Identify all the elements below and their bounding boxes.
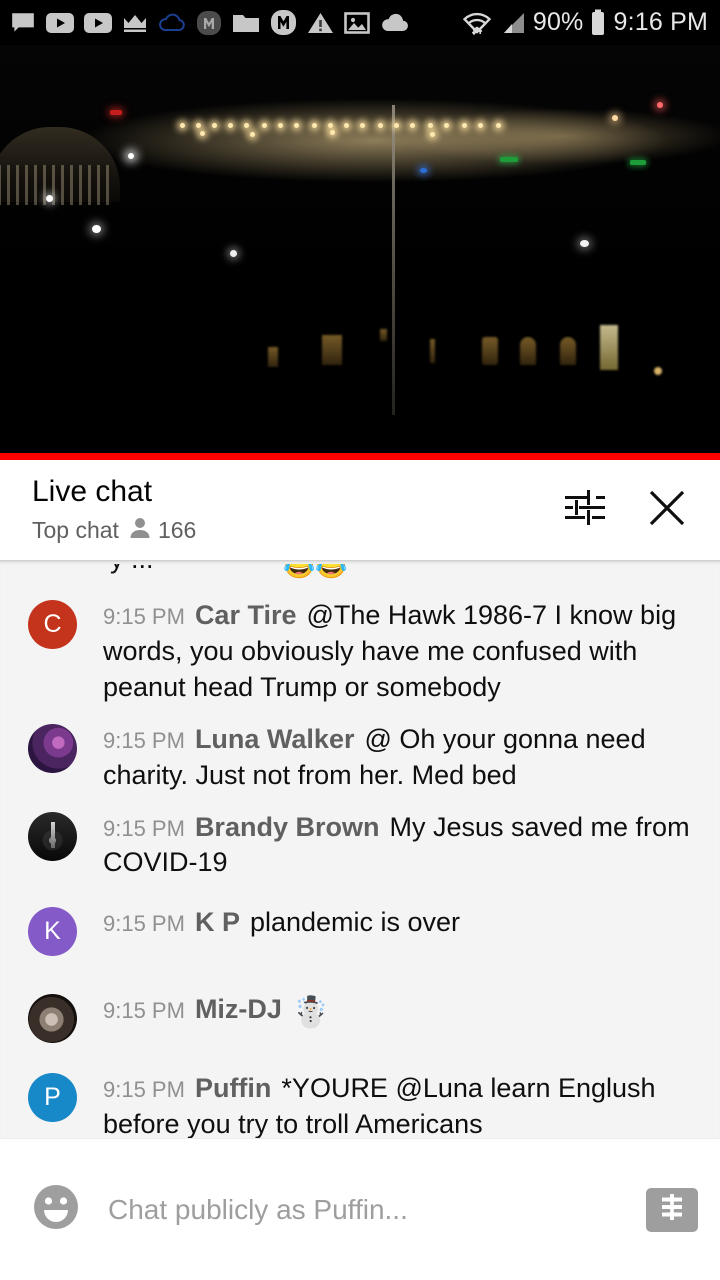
viewer-count-group: 166 [129, 516, 196, 545]
light-dot [580, 240, 589, 247]
message-timestamp: 9:15 PM [103, 815, 185, 841]
photo-icon [344, 11, 370, 35]
light-dot [612, 115, 618, 121]
message-timestamp: 9:15 PM [103, 911, 185, 937]
message-author[interactable]: Miz-DJ [195, 994, 282, 1024]
tune-sliders-icon [563, 488, 607, 533]
video-player[interactable] [0, 45, 720, 460]
cloud-icon [380, 13, 410, 33]
chat-message-body: 9:15 PM K P plandemic is over [103, 903, 460, 941]
message-author[interactable]: Puffin [195, 1073, 271, 1103]
status-bar: 90% 9:16 PM [0, 0, 720, 45]
avatar-letter: K [44, 917, 61, 946]
message-timestamp: 9:15 PM [103, 604, 185, 629]
video-frame-night-cityscape [0, 45, 720, 460]
foreground-buildings [0, 325, 720, 385]
status-bar-left-icons [10, 9, 462, 36]
message-text: ☃️ [291, 996, 330, 1030]
warning-triangle-icon [307, 11, 334, 35]
light-dot [630, 160, 646, 165]
youtube-icon [46, 12, 74, 34]
light-dot [110, 110, 122, 115]
close-chat-button[interactable] [644, 487, 690, 533]
message-icon [10, 10, 36, 36]
status-bar-clock: 9:16 PM [613, 8, 708, 36]
onedrive-cloud-icon [158, 13, 186, 33]
chat-message[interactable]: 9:15 PM Miz-DJ ☃️ [0, 956, 720, 1044]
live-chat-header: Live chat Top chat 166 [0, 460, 720, 560]
light-dot [500, 157, 518, 162]
youtube-live-chat-screen: 90% 9:16 PM Live chat Top chat 166 😂😂 C … [0, 0, 720, 1280]
avatar-letter: C [43, 610, 62, 638]
crown-icon [122, 12, 148, 34]
super-chat-button[interactable] [646, 1187, 698, 1232]
dollar-bill-icon [655, 1192, 689, 1227]
message-timestamp: 9:15 PM [103, 727, 185, 753]
light-dot [657, 102, 663, 108]
live-chat-actions [562, 487, 700, 533]
chat-message[interactable]: P 9:15 PM Puffin *YOURE @Luna learn Englus… [0, 1043, 720, 1138]
page-title: Live chat [32, 475, 153, 509]
message-text: My Jesus saved me from COVID-19 [103, 811, 690, 878]
chat-settings-button[interactable] [562, 487, 608, 533]
message-text: plandemic is over [249, 907, 461, 938]
viewer-count: 166 [157, 516, 197, 543]
message-text: *YOURE @Luna learn Englush before you tr… [103, 1073, 656, 1138]
live-chat-subheader: Top chat 166 [32, 516, 562, 545]
message-text: @The Hawk 1986-7 I know big words, you o… [103, 600, 677, 702]
partial-message-emoji: 😂😂 [283, 564, 348, 580]
avatar[interactable] [28, 994, 77, 1044]
message-author[interactable]: Brandy Brown [195, 812, 380, 842]
close-x-icon [645, 486, 689, 535]
partial-clipped-message: y ... 😂😂 [0, 564, 720, 582]
light-dot [230, 250, 237, 257]
message-author[interactable]: K P [195, 907, 240, 937]
battery-percent: 90% [532, 8, 584, 36]
live-chat-titles: Live chat Top chat 166 [32, 475, 562, 545]
light-dot [128, 153, 134, 159]
chat-message[interactable]: C 9:15 PM Car Tire @The Hawk 1986-7 I know… [0, 582, 720, 706]
folder-icon [232, 12, 260, 34]
chat-message-list[interactable]: y ... 😂😂 C 9:15 PM Car Tire@The Hawk 1986… [0, 560, 720, 1138]
person-icon [129, 516, 151, 545]
skyline-lights [0, 123, 720, 141]
wifi-icon [462, 10, 492, 36]
cell-signal-icon [499, 10, 526, 36]
chat-message[interactable]: 9:15 PM Brandy Brown My Jesus saved me fro… [0, 794, 720, 882]
chat-message-body: 9:15 PM Puffin *YOURE @Luna learn Englush … [103, 1069, 696, 1138]
chat-message[interactable]: K 9:15 PM K P plandemic is over [0, 881, 720, 957]
chat-message[interactable]: 9:15 PM Luna Walker @ Oh your gonna need c… [0, 706, 720, 794]
status-bar-right: 90% 9:16 PM [462, 8, 708, 37]
light-dot [92, 225, 101, 233]
chat-mode-label[interactable]: Top chat [32, 517, 119, 544]
light-dot [420, 168, 427, 173]
message-timestamp: 9:15 PM [103, 1077, 185, 1103]
emoji-smile-icon [31, 1182, 81, 1237]
message-timestamp: 9:15 PM [103, 998, 185, 1024]
avatar[interactable] [28, 723, 77, 773]
message-author[interactable]: Car Tire [195, 600, 297, 630]
avatar[interactable] [28, 811, 77, 861]
chat-message-body: 9:15 PM Luna Walker @ Oh your gonna need c… [103, 720, 696, 794]
m-circle-icon [270, 9, 297, 36]
message-author[interactable]: Luna Walker [195, 724, 355, 754]
youtube-icon-2 [84, 12, 112, 34]
video-progress-bar[interactable] [0, 453, 720, 460]
chat-input-bar [0, 1138, 720, 1280]
avatar[interactable]: P [28, 1073, 77, 1123]
partial-message-text: y ... [110, 564, 154, 575]
avatar-letter: P [44, 1083, 61, 1112]
light-dot [46, 195, 53, 202]
chat-input[interactable] [108, 1193, 646, 1226]
m-badge-icon [196, 10, 222, 36]
chat-message-body: 9:15 PM Miz-DJ ☃️ [103, 990, 329, 1033]
chat-message-body: 9:15 PM Brandy Brown My Jesus saved me fro… [103, 808, 696, 882]
chat-message-body: 9:15 PM Car Tire @The Hawk 1986-7 I know b… [103, 596, 696, 706]
avatar[interactable]: C [28, 600, 77, 649]
emoji-picker-button[interactable] [30, 1184, 82, 1236]
avatar[interactable]: K [28, 907, 77, 957]
battery-icon [590, 9, 606, 36]
